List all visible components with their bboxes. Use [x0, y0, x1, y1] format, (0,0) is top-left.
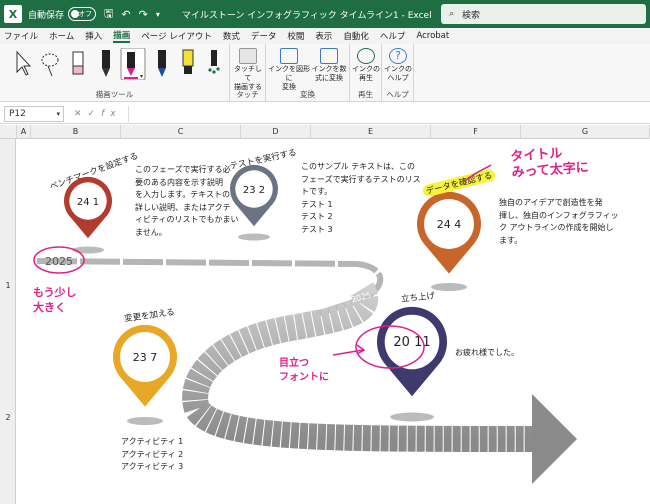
search-input[interactable]: ⌕ 検索 [441, 4, 646, 24]
ink-replay-button[interactable]: インクの 再生 [352, 48, 380, 83]
annotation-title: タイトル みって太字に [509, 146, 590, 181]
ink-to-math-label: インクを数 式に変換 [311, 65, 347, 82]
ink-replay-label: インクの 再生 [352, 65, 380, 82]
enter-icon[interactable]: ✓ [88, 109, 102, 119]
ink-to-shape-icon [280, 48, 298, 64]
tab-automate[interactable]: 自動化 [343, 30, 369, 42]
annotation-bigger: もう少し 大きく [33, 286, 77, 314]
lasso-icon[interactable] [40, 48, 60, 80]
tab-file[interactable]: ファイル [4, 30, 38, 42]
worksheet[interactable]: 24 1 23 2 24 4 23 7 20 11 ベンチマークを設定する テストを実行… [17, 139, 650, 504]
name-box-dropdown-icon[interactable]: ▾ [56, 110, 60, 118]
cancel-icon[interactable]: ✕ [74, 109, 88, 119]
formula-icons: ✕✓fx [74, 109, 122, 119]
play-icon [357, 48, 375, 64]
row-header-2[interactable]: 2 [0, 413, 16, 422]
undo-icon[interactable]: ↶ [121, 8, 130, 21]
excel-logo-icon: X [4, 5, 22, 23]
convert-label: 変換 [300, 90, 315, 99]
column-header-f[interactable]: F [431, 125, 521, 139]
replay-label: 再生 [358, 90, 373, 99]
row-headers: 1 2 [0, 139, 16, 504]
name-box[interactable]: P12 ▾ [4, 105, 64, 122]
formula-input[interactable] [127, 105, 650, 122]
tab-page-layout[interactable]: ページ レイアウト [141, 30, 212, 42]
row-header-1[interactable]: 1 [0, 281, 16, 290]
title-bar: X 自動保存 オフ 🖫 ↶ ↷ ▾ マイルストーン インフォグラフィック タイム… [0, 0, 650, 28]
select-arrow-icon[interactable] [12, 48, 32, 80]
tab-view[interactable]: 表示 [315, 30, 332, 42]
blue-pen-icon[interactable] [152, 48, 172, 80]
column-header-e[interactable]: E [311, 125, 431, 139]
tab-help[interactable]: ヘルプ [380, 30, 406, 42]
replay-group: インクの 再生 再生 [350, 44, 382, 102]
redo-icon[interactable]: ↷ [139, 8, 148, 21]
tab-data[interactable]: データ [251, 30, 277, 42]
ink-help-button[interactable]: ? インクの ヘルプ [384, 48, 412, 83]
tab-formulas[interactable]: 数式 [223, 30, 240, 42]
touch-label: タッチ [236, 90, 259, 99]
touch-group: タッチして 描画する タッチ [230, 44, 266, 102]
tab-draw[interactable]: 描画 [113, 29, 131, 43]
column-header-b[interactable]: B [31, 125, 121, 139]
pink-pen-icon[interactable]: ▾ [120, 48, 146, 80]
tab-acrobat[interactable]: Acrobat [416, 31, 449, 41]
ink-to-math-icon [320, 48, 338, 64]
touch-hand-icon [239, 48, 257, 64]
help-group: ? インクの ヘルプ ヘルプ [382, 44, 414, 102]
fx-icon[interactable]: fx [101, 109, 122, 119]
autosave-state: オフ [78, 10, 93, 18]
touch-btn-label: タッチして 描画する [234, 65, 262, 91]
svg-text:▾: ▾ [140, 73, 143, 80]
help-label: ヘルプ [386, 90, 409, 99]
column-header-g[interactable]: G [521, 125, 650, 139]
ribbon: ▾ 描画ツール タッチして 描画する タッチ インクを図形に 変換 インクを数 … [0, 44, 650, 102]
tab-review[interactable]: 校閲 [287, 30, 304, 42]
customize-toolbar-icon[interactable]: ▾ [156, 10, 160, 19]
column-header-a[interactable]: A [17, 125, 31, 139]
autosave-toggle[interactable]: オフ [68, 7, 97, 21]
search-icon: ⌕ [449, 9, 455, 19]
black-pen-icon[interactable] [96, 48, 116, 80]
convert-group: インクを図形に 変換 インクを数 式に変換 変換 [266, 44, 350, 102]
select-all-corner[interactable] [0, 125, 17, 139]
highlighter-icon[interactable] [178, 48, 198, 80]
draw-tools-group: ▾ 描画ツール [0, 44, 230, 102]
ink-help-label: インクの ヘルプ [384, 65, 412, 82]
action-pen-icon[interactable] [204, 48, 224, 80]
ribbon-tabs: ファイル ホーム 挿入 描画 ページ レイアウト 数式 データ 校閲 表示 自動… [0, 28, 650, 44]
annotation-font: 目立つ フォントに [279, 358, 329, 383]
column-headers: A B C D E F G [0, 125, 650, 139]
tab-insert[interactable]: 挿入 [85, 30, 102, 42]
column-header-c[interactable]: C [121, 125, 241, 139]
ink-to-shape-label: インクを図形に 変換 [268, 65, 310, 91]
ink-annotations [33, 164, 492, 369]
save-icon[interactable]: 🖫 [104, 5, 113, 24]
help-question-icon: ? [389, 48, 407, 64]
ink-to-math-button[interactable]: インクを数 式に変換 [310, 48, 348, 83]
tab-home[interactable]: ホーム [49, 30, 74, 42]
formula-bar: P12 ▾ ✕✓fx [0, 104, 650, 124]
search-placeholder: 検索 [462, 10, 481, 21]
autosave-label: 自動保存 [28, 10, 65, 21]
eraser-icon[interactable] [68, 48, 88, 80]
column-header-d[interactable]: D [241, 125, 311, 139]
ink-to-shape-button[interactable]: インクを図形に 変換 [268, 48, 310, 92]
draw-tools-label: 描画ツール [95, 90, 134, 99]
document-title: マイルストーン インフォグラフィック タイムライン1 - Excel [181, 10, 432, 21]
draw-with-touch-button[interactable]: タッチして 描画する [232, 48, 264, 92]
